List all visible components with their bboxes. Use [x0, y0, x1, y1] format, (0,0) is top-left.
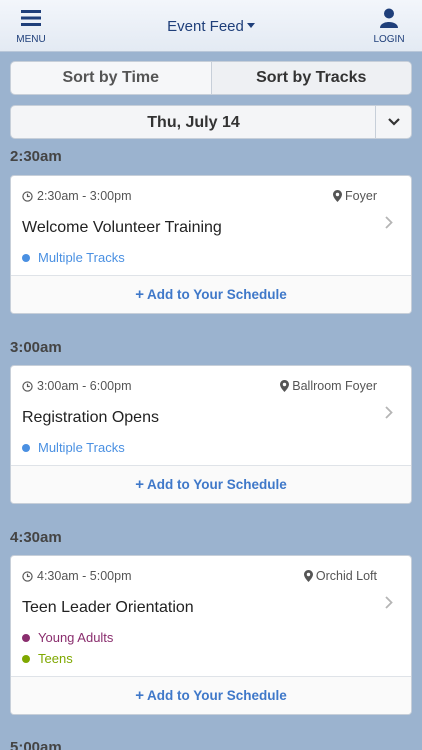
- event-time-text: 3:00am - 6:00pm: [37, 379, 132, 393]
- event-time: 3:00am - 6:00pm: [22, 379, 132, 393]
- event-name: Welcome Volunteer Training: [22, 219, 222, 236]
- add-to-schedule-label: Add to Your Schedule: [147, 688, 287, 703]
- sort-segmented-control: Sort by Time Sort by Tracks: [10, 61, 412, 95]
- track-color-dot: [22, 253, 30, 262]
- event-time-text: 4:30am - 5:00pm: [37, 569, 132, 583]
- event-card[interactable]: 3:00am - 6:00pm Ballroom Foyer Registrat…: [10, 365, 412, 504]
- track-label: Multiple Tracks: [38, 440, 125, 455]
- plus-icon: +: [135, 286, 144, 303]
- time-slot-header: 4:30am: [10, 529, 62, 546]
- time-slot-header: 2:30am: [10, 148, 62, 165]
- date-label: Thu, July 14: [147, 114, 240, 131]
- event-time-text: 2:30am - 3:00pm: [37, 189, 132, 203]
- event-time: 2:30am - 3:00pm: [22, 189, 132, 203]
- date-dropdown-button[interactable]: [375, 106, 411, 138]
- event-location-text: Orchid Loft: [315, 569, 377, 583]
- plus-icon: +: [135, 687, 144, 704]
- chevron-down-icon: [387, 118, 400, 126]
- add-to-schedule-label: Add to Your Schedule: [147, 287, 287, 302]
- login-button[interactable]: LOGIN: [359, 8, 419, 48]
- track-tag: Multiple Tracks: [22, 440, 125, 455]
- track-color-dot: [22, 633, 30, 642]
- event-location: Ballroom Foyer: [280, 379, 377, 393]
- time-slot-header: 5:00am: [10, 739, 62, 750]
- add-to-schedule-label: Add to Your Schedule: [147, 477, 287, 492]
- map-pin-icon: [280, 380, 290, 392]
- add-to-schedule-button[interactable]: + Add to Your Schedule: [11, 465, 411, 503]
- caret-down-icon: [246, 23, 255, 28]
- chevron-right-icon: [385, 406, 393, 419]
- menu-label: MENU: [16, 34, 46, 45]
- add-to-schedule-button[interactable]: + Add to Your Schedule: [11, 676, 411, 714]
- chevron-right-icon: [385, 596, 393, 609]
- event-card[interactable]: 4:30am - 5:00pm Orchid Loft Teen Leader …: [10, 555, 412, 715]
- plus-icon: +: [135, 476, 144, 493]
- event-location: Foyer: [333, 189, 377, 203]
- event-name: Teen Leader Orientation: [22, 599, 194, 616]
- track-label: Young Adults: [38, 630, 114, 645]
- user-icon: [380, 8, 398, 28]
- track-tag: Multiple Tracks: [22, 250, 125, 265]
- track-tag: Teens: [22, 651, 73, 666]
- event-location-text: Foyer: [345, 189, 377, 203]
- top-bar: MENU Event Feed LOGIN: [0, 0, 422, 52]
- event-location: Orchid Loft: [303, 569, 377, 583]
- chevron-right-icon: [385, 216, 393, 229]
- sort-by-tracks-button[interactable]: Sort by Tracks: [210, 62, 411, 94]
- add-to-schedule-button[interactable]: + Add to Your Schedule: [11, 275, 411, 313]
- time-slot-header: 3:00am: [10, 339, 62, 356]
- clock-icon: [22, 570, 33, 582]
- sort-by-time-button[interactable]: Sort by Time: [11, 62, 211, 94]
- page-title: Event Feed: [167, 18, 244, 35]
- track-tag: Young Adults: [22, 630, 113, 645]
- track-label: Teens: [38, 651, 73, 666]
- event-location-text: Ballroom Foyer: [292, 379, 377, 393]
- clock-icon: [22, 380, 33, 392]
- login-label: LOGIN: [373, 34, 405, 45]
- map-pin-icon: [303, 570, 313, 582]
- date-selector[interactable]: Thu, July 14: [10, 105, 412, 139]
- event-time: 4:30am - 5:00pm: [22, 569, 132, 583]
- track-color-dot: [22, 654, 30, 663]
- event-name: Registration Opens: [22, 409, 159, 426]
- clock-icon: [22, 190, 33, 202]
- map-pin-icon: [333, 190, 343, 202]
- event-card[interactable]: 2:30am - 3:00pm Foyer Welcome Volunteer …: [10, 175, 412, 314]
- track-color-dot: [22, 443, 30, 452]
- track-label: Multiple Tracks: [38, 250, 125, 265]
